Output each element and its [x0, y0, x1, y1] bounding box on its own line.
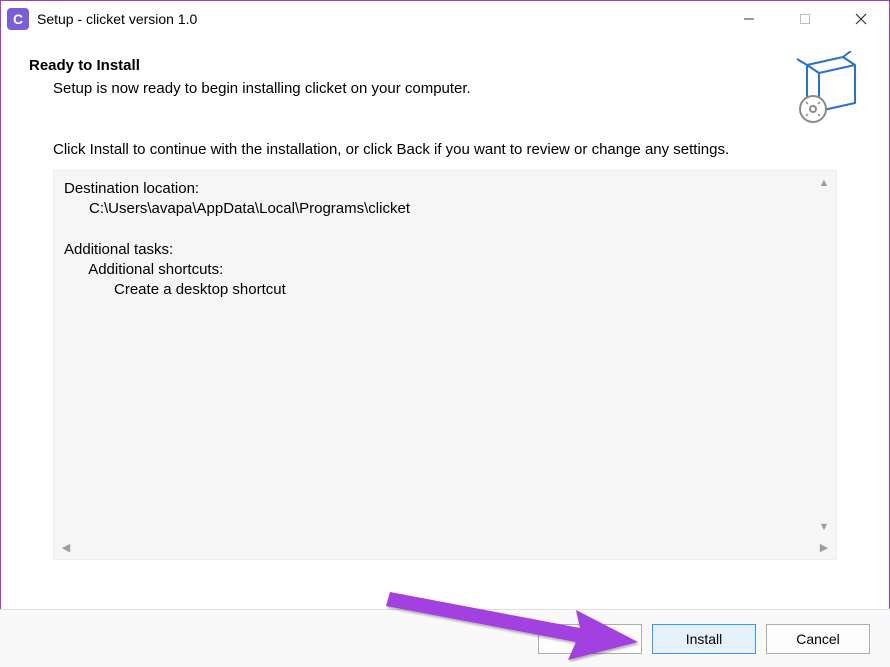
maximize-button[interactable] [777, 1, 833, 37]
scroll-down-icon[interactable]: ▼ [816, 519, 832, 535]
app-icon: C [7, 8, 29, 30]
back-button[interactable]: Back [538, 624, 642, 654]
install-button[interactable]: Install [652, 624, 756, 654]
window-controls [721, 1, 889, 37]
summary-text: Destination location: C:\Users\avapa\App… [54, 171, 836, 309]
footer: Back Install Cancel [0, 609, 890, 667]
close-button[interactable] [833, 1, 889, 37]
scroll-up-icon[interactable]: ▲ [816, 175, 832, 191]
content-area: Ready to Install Setup is now ready to b… [1, 37, 889, 560]
summary-box: Destination location: C:\Users\avapa\App… [53, 170, 837, 560]
installer-box-icon [793, 51, 865, 123]
page-subheading: Setup is now ready to begin installing c… [53, 80, 865, 97]
cancel-button[interactable]: Cancel [766, 624, 870, 654]
scroll-right-icon[interactable]: ▶ [816, 539, 832, 555]
scroll-left-icon[interactable]: ◀ [58, 539, 74, 555]
page-heading: Ready to Install [29, 57, 865, 74]
minimize-button[interactable] [721, 1, 777, 37]
titlebar: C Setup - clicket version 1.0 [1, 1, 889, 37]
app-icon-letter: C [13, 11, 23, 27]
window-title: Setup - clicket version 1.0 [37, 11, 197, 27]
instruction-text: Click Install to continue with the insta… [53, 141, 865, 158]
